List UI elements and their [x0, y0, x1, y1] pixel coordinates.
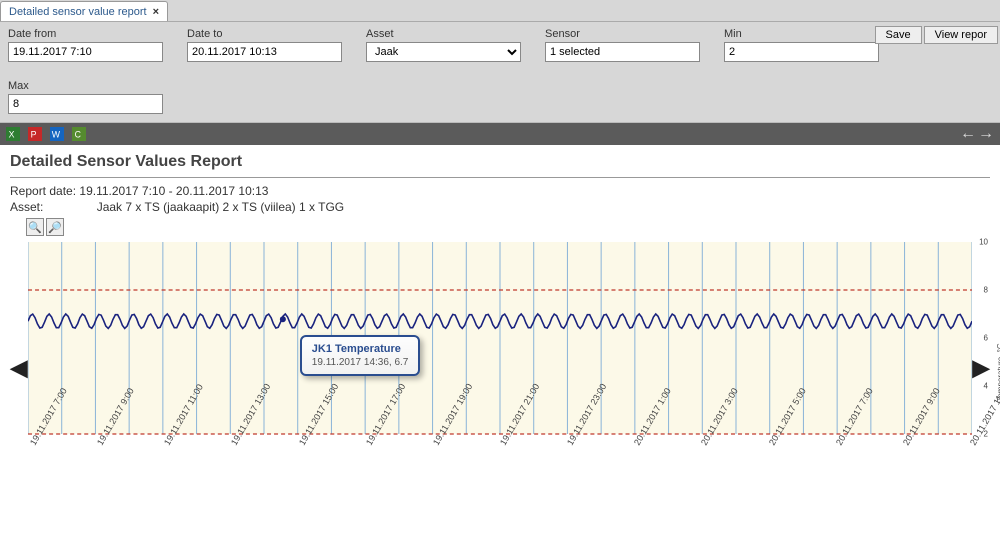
filter-sensor: Sensor	[545, 28, 700, 62]
tooltip-subtitle: 19.11.2017 14:36, 6.7	[312, 357, 409, 368]
filter-max: Max	[8, 80, 992, 114]
label-date-from: Date from	[8, 28, 163, 40]
word-icon[interactable]: W	[50, 127, 64, 141]
divider	[10, 177, 990, 178]
report-area: Detailed Sensor Values Report Report dat…	[0, 145, 1000, 518]
x-axis-ticks: 19.11.2017 7:0019.11.2017 9:0019.11.2017…	[28, 438, 972, 498]
chart-row: ◀ 246810 Temperature, °C JK1 Temperature…	[10, 238, 990, 498]
zoom-in-icon[interactable]: 🔍	[26, 218, 44, 236]
y-tick-label: 6	[984, 334, 988, 343]
arrow-left-icon[interactable]: ←	[960, 125, 976, 143]
sensor-chart	[28, 238, 972, 438]
excel-icon[interactable]: X	[6, 127, 20, 141]
tooltip-title: JK1 Temperature	[312, 343, 409, 355]
label-asset: Asset	[366, 28, 521, 40]
tab-bar: Detailed sensor value report ×	[0, 0, 1000, 22]
view-report-button[interactable]: View repor	[924, 26, 998, 44]
tab-detailed-sensor-report[interactable]: Detailed sensor value report ×	[0, 1, 168, 21]
input-date-to[interactable]	[187, 42, 342, 62]
label-max: Max	[8, 80, 992, 92]
svg-text:W: W	[52, 130, 61, 140]
svg-text:C: C	[75, 130, 81, 140]
report-title: Detailed Sensor Values Report	[10, 153, 990, 171]
label-sensor: Sensor	[545, 28, 700, 40]
report-date-line: Report date: 19.11.2017 7:10 - 20.11.201…	[10, 184, 990, 198]
y-tick-label: 8	[984, 286, 988, 295]
arrow-right-icon[interactable]: →	[978, 125, 994, 143]
tab-label: Detailed sensor value report	[9, 6, 147, 18]
input-date-from[interactable]	[8, 42, 163, 62]
filter-date-to: Date to	[187, 28, 342, 62]
asset-value: Jaak 7 x TS (jaakaapit) 2 x TS (viilea) …	[97, 200, 344, 214]
asset-line: Asset: Jaak 7 x TS (jaakaapit) 2 x TS (v…	[10, 200, 990, 214]
label-min: Min	[724, 28, 879, 40]
select-asset[interactable]: Jaak	[366, 42, 521, 62]
zoom-controls: 🔍 🔎	[26, 218, 990, 236]
label-date-to: Date to	[187, 28, 342, 40]
chart-prev-icon[interactable]: ◀	[10, 355, 28, 381]
chart-tooltip: JK1 Temperature 19.11.2017 14:36, 6.7	[300, 335, 421, 376]
input-max[interactable]	[8, 94, 163, 114]
filter-bar: Date from Date to Asset Jaak Sensor Min …	[0, 22, 1000, 123]
filter-asset: Asset Jaak	[366, 28, 521, 62]
chart-next-icon[interactable]: ▶	[972, 355, 990, 381]
input-sensor[interactable]	[545, 42, 700, 62]
report-date-value: 19.11.2017 7:10 - 20.11.2017 10:13	[79, 184, 268, 198]
filter-date-from: Date from	[8, 28, 163, 62]
zoom-out-icon[interactable]: 🔎	[46, 218, 64, 236]
y-tick-label: 4	[984, 382, 988, 391]
report-date-label: Report date:	[10, 184, 76, 198]
svg-text:X: X	[9, 130, 15, 140]
close-icon[interactable]: ×	[153, 6, 159, 18]
input-min[interactable]	[724, 42, 879, 62]
pdf-icon[interactable]: P	[28, 127, 42, 141]
svg-text:P: P	[31, 130, 37, 140]
chart-container: 246810 Temperature, °C JK1 Temperature 1…	[28, 238, 972, 498]
filter-min: Min	[724, 28, 879, 62]
csv-icon[interactable]: C	[72, 127, 86, 141]
asset-label: Asset:	[10, 200, 43, 214]
save-button[interactable]: Save	[875, 26, 922, 44]
y-tick-label: 10	[979, 238, 988, 247]
action-buttons: Save View repor	[875, 26, 998, 44]
export-toolbar: X P W C ← →	[0, 123, 1000, 145]
